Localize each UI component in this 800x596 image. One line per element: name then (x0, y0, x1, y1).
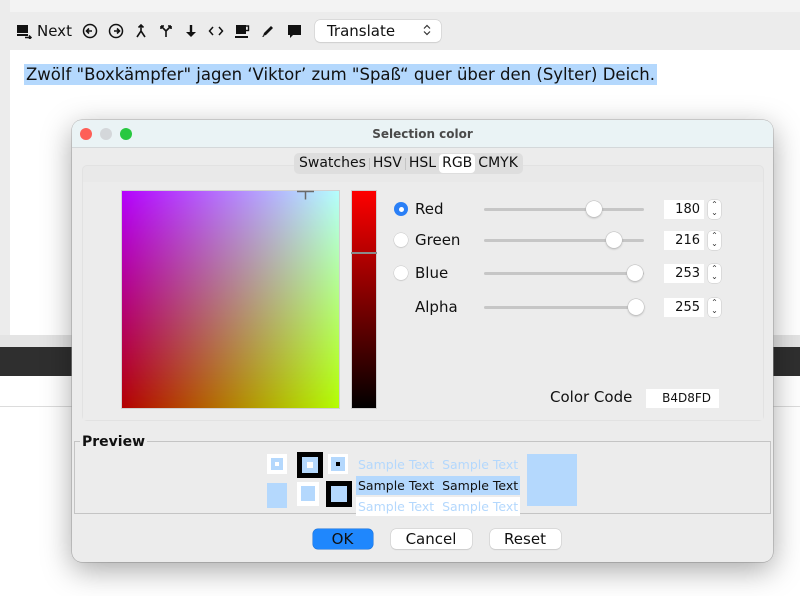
preview-swatch (267, 483, 287, 508)
tab-swatches[interactable]: Swatches (296, 154, 369, 173)
sample-text: Sample Text (442, 457, 519, 472)
preview-legend: Preview (80, 434, 148, 450)
tab-cmyk[interactable]: CMYK (475, 154, 521, 173)
color-plane[interactable] (121, 190, 340, 409)
selected-sentence[interactable]: Zwölf "Boxkämpfer" jagen ‘Viktor’ zum "S… (24, 64, 657, 85)
red-strip-marker[interactable] (351, 252, 377, 254)
green-channel-row: Green 216 ⌃ ⌄ (394, 228, 721, 252)
red-slider[interactable] (484, 199, 644, 219)
coffee-button[interactable] (234, 20, 250, 42)
tab-hsl[interactable]: HSL (406, 154, 439, 173)
green-value-field[interactable]: 216 (664, 230, 704, 250)
preview-swatch (297, 482, 319, 506)
merge-icon (136, 23, 146, 38)
previous-circle-icon (82, 23, 98, 39)
tab-rgb[interactable]: RGB (439, 154, 476, 173)
alpha-channel-row: Alpha 255 ⌃ ⌄ (394, 295, 721, 319)
alpha-label: Alpha (415, 298, 458, 316)
split-button[interactable] (158, 20, 174, 42)
tags-icon (208, 26, 224, 36)
red-spinner[interactable]: ⌃ ⌄ (708, 199, 721, 219)
pencil-icon (262, 26, 273, 37)
green-spinner[interactable]: ⌃ ⌄ (708, 230, 721, 250)
red-channel-row: Red 180 ⌃ ⌄ (394, 197, 721, 221)
split-icon (160, 25, 172, 37)
blue-slider[interactable] (484, 263, 644, 283)
edit-button[interactable] (260, 20, 276, 42)
sample-text: Sample Text (358, 499, 435, 514)
blue-slider-thumb[interactable] (626, 265, 643, 281)
green-radio[interactable] (394, 233, 408, 247)
selection-color-dialog: Selection color Swatches HSV HSL RGB CMY… (72, 120, 773, 562)
dialog-titlebar[interactable]: Selection color (72, 120, 773, 148)
green-slider-thumb[interactable] (605, 232, 622, 248)
preview-swatch (267, 454, 287, 474)
reset-button[interactable]: Reset (489, 529, 561, 549)
preview-swatch (297, 452, 323, 478)
comment-button[interactable] (286, 20, 303, 42)
alpha-value-field[interactable]: 255 (664, 297, 704, 317)
next-circle-icon (108, 23, 124, 39)
color-code-label: Color Code (550, 388, 633, 406)
sample-text: Sample Text (358, 478, 435, 493)
mode-select-value: Translate (326, 22, 396, 40)
editor-toolbar: Next Translate (10, 12, 800, 50)
red-radio[interactable] (394, 202, 408, 216)
tags-button[interactable] (208, 20, 224, 42)
chooser-tabs: Swatches HSV HSL RGB CMYK (294, 153, 523, 174)
coffee-icon (234, 25, 250, 38)
blue-channel-row: Blue 253 ⌃ ⌄ (394, 261, 721, 285)
green-label: Green (415, 231, 461, 249)
red-slider-thumb[interactable] (585, 201, 602, 217)
red-label: Red (415, 200, 444, 218)
preview-color-swatch (527, 454, 577, 506)
tab-hsv[interactable]: HSV (370, 154, 405, 173)
ok-button[interactable]: OK (312, 529, 373, 549)
blue-label: Blue (415, 264, 449, 282)
alpha-slider[interactable] (484, 297, 644, 317)
alpha-spinner[interactable]: ⌃ ⌄ (708, 297, 721, 317)
comment-icon (287, 24, 301, 38)
alpha-slider-thumb[interactable] (628, 299, 644, 315)
red-value-field[interactable]: 180 (664, 199, 704, 219)
next-segment-icon (17, 24, 33, 39)
mode-select[interactable]: Translate (314, 20, 441, 42)
dialog-buttons: OK Cancel Reset (72, 529, 773, 549)
chevron-down-icon[interactable]: ⌄ (711, 240, 718, 248)
merge-button[interactable] (134, 20, 148, 42)
chevron-down-icon[interactable]: ⌄ (711, 273, 718, 281)
preview-swatch (326, 481, 352, 507)
cancel-button[interactable]: Cancel (390, 529, 472, 549)
blue-spinner[interactable]: ⌃ ⌄ (708, 263, 721, 283)
sample-text: Sample Text (358, 457, 435, 472)
dialog-title: Selection color (372, 126, 473, 141)
next-button[interactable]: Next (16, 20, 72, 42)
green-slider[interactable] (484, 230, 644, 250)
blue-value-field[interactable]: 253 (664, 263, 704, 283)
preview-sample-row: Sample Text Sample Text (356, 497, 520, 516)
down-arrow-icon (185, 25, 196, 37)
sample-text: Sample Text (442, 499, 519, 514)
sample-text: Sample Text (442, 478, 519, 493)
preview-sample-row: Sample Text Sample Text (356, 476, 520, 495)
next-label: Next (37, 22, 72, 40)
select-arrows-icon (423, 24, 431, 39)
down-button[interactable] (184, 20, 198, 42)
forward-button[interactable] (108, 20, 124, 42)
app-top-bar (0, 0, 800, 12)
color-code-field[interactable]: B4D8FD (646, 389, 719, 408)
previous-button[interactable] (82, 20, 98, 42)
chevron-down-icon[interactable]: ⌄ (711, 209, 718, 217)
app-left-edge (0, 0, 10, 335)
red-channel-strip[interactable] (351, 190, 377, 409)
blue-radio[interactable] (394, 266, 408, 280)
preview-swatch (328, 454, 348, 474)
preview-sample-row: Sample Text Sample Text (356, 455, 520, 474)
chevron-down-icon[interactable]: ⌄ (711, 307, 718, 315)
